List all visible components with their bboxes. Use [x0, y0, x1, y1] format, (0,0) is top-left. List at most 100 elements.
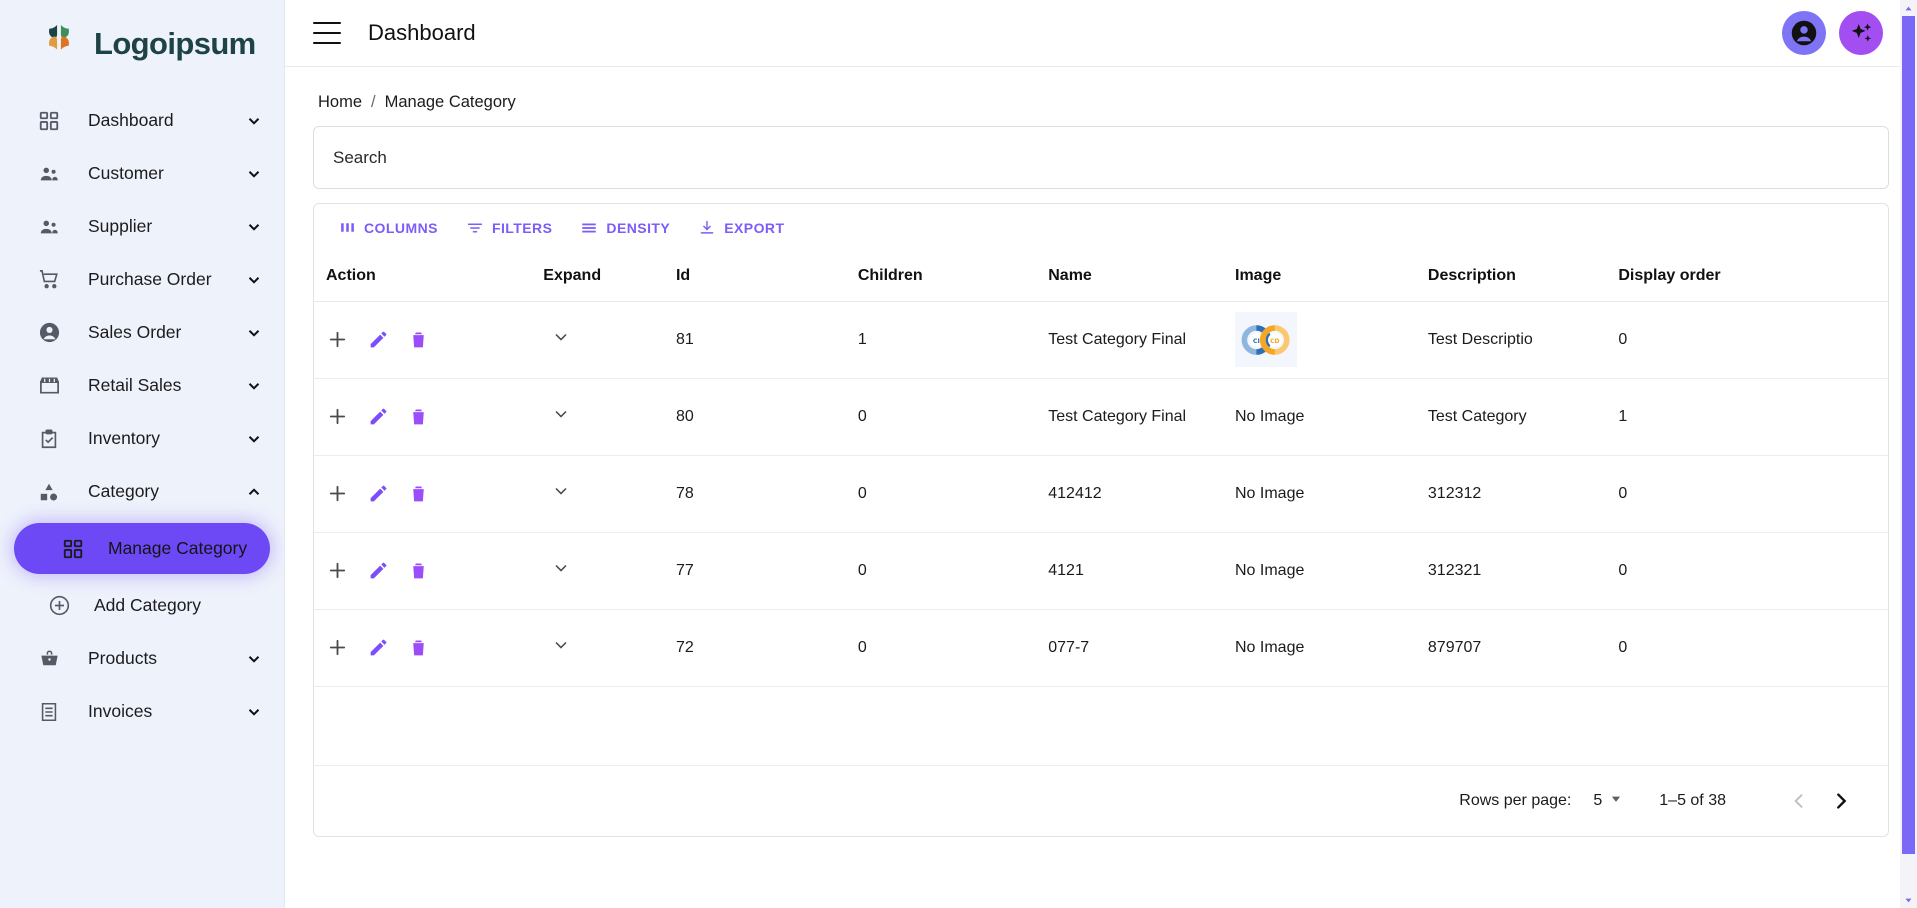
sidebar-item-invoices[interactable]: Invoices	[0, 685, 284, 738]
chevron-down-icon[interactable]	[244, 165, 264, 183]
column-header-image[interactable]: Image	[1233, 251, 1426, 302]
edit-pencil-icon[interactable]	[368, 406, 389, 427]
chevron-down-icon[interactable]	[244, 703, 264, 721]
chevron-down-icon[interactable]	[244, 377, 264, 395]
row-expand-cell	[541, 378, 674, 456]
breadcrumb-home[interactable]: Home	[318, 93, 362, 112]
account-circle-icon[interactable]	[1782, 11, 1826, 55]
scroll-down-icon[interactable]	[1900, 892, 1917, 908]
chevron-down-icon[interactable]	[244, 112, 264, 130]
table-body: 81 1 Test Category Final CI CD Test Desc…	[314, 301, 1888, 687]
table-row[interactable]: 81 1 Test Category Final CI CD Test Desc…	[314, 301, 1888, 379]
chevron-down-icon[interactable]	[543, 327, 571, 347]
edit-pencil-icon[interactable]	[368, 637, 389, 658]
sidebar-item-sales-order[interactable]: Sales Order	[0, 306, 284, 359]
page-title: Dashboard	[368, 20, 476, 45]
column-header-display-order[interactable]: Display order	[1616, 251, 1888, 302]
table-row[interactable]: 80 0 Test Category Final No Image Test C…	[314, 378, 1888, 456]
chevron-down-icon[interactable]	[244, 218, 264, 236]
row-actions-cell	[314, 378, 542, 456]
sidebar-item-add-category[interactable]: Add Category	[0, 579, 284, 632]
sidebar-item-manage-category[interactable]: Manage Category	[14, 523, 270, 574]
download-icon	[698, 219, 716, 237]
basket-icon	[36, 647, 62, 670]
ci-cd-logo-thumbnail: CI CD	[1235, 312, 1297, 367]
chevron-left-icon[interactable]	[1778, 780, 1820, 822]
sidebar-item-label: Manage Category	[108, 538, 248, 558]
chevron-down-icon[interactable]	[244, 324, 264, 342]
plus-icon[interactable]	[326, 636, 349, 659]
row-actions-cell	[314, 609, 542, 687]
chevron-down-icon[interactable]	[543, 404, 571, 424]
grid-scroll-area[interactable]: Action Expand Id Children Name Image Des…	[314, 251, 1888, 765]
cell-description: 312312	[1425, 455, 1617, 533]
column-header-name[interactable]: Name	[1046, 251, 1233, 302]
chevron-down-icon[interactable]	[543, 481, 571, 501]
column-header-children[interactable]: Children	[855, 251, 1047, 302]
edit-pencil-icon[interactable]	[368, 329, 389, 350]
plus-icon[interactable]	[326, 482, 349, 505]
page-scrollbar[interactable]	[1900, 0, 1917, 908]
category-table: Action Expand Id Children Name Image Des…	[314, 251, 1888, 687]
chevron-down-icon[interactable]	[543, 558, 571, 578]
cell-name: 412412	[1046, 455, 1233, 533]
rows-per-page-select[interactable]: 5	[1593, 792, 1623, 811]
hamburger-icon[interactable]	[313, 22, 341, 44]
table-head: Action Expand Id Children Name Image Des…	[314, 251, 1888, 302]
chevron-up-icon[interactable]	[244, 483, 264, 501]
delete-trash-icon[interactable]	[408, 637, 429, 658]
table-row[interactable]: 78 0 412412 No Image 312312 0 20	[314, 455, 1888, 533]
columns-button[interactable]: COLUMNS	[329, 214, 448, 241]
sidebar: Logoipsum Dashboard Customer Supplier Pu…	[0, 0, 285, 908]
delete-trash-icon[interactable]	[408, 406, 429, 427]
plus-icon[interactable]	[326, 405, 349, 428]
density-button[interactable]: DENSITY	[570, 214, 680, 242]
plus-icon[interactable]	[326, 328, 349, 351]
edit-pencil-icon[interactable]	[368, 483, 389, 504]
search-box[interactable]	[313, 126, 1889, 189]
table-row[interactable]: 72 0 077-7 No Image 879707 0 20	[314, 609, 1888, 687]
chevron-down-icon[interactable]	[543, 635, 571, 655]
chevron-down-icon[interactable]	[244, 271, 264, 289]
plus-icon[interactable]	[326, 559, 349, 582]
sidebar-item-retail-sales[interactable]: Retail Sales	[0, 359, 284, 412]
row-actions-cell	[314, 532, 542, 610]
brand-logo[interactable]: Logoipsum	[0, 0, 284, 88]
delete-trash-icon[interactable]	[408, 483, 429, 504]
columns-label: COLUMNS	[364, 219, 438, 236]
edit-pencil-icon[interactable]	[368, 560, 389, 581]
chevron-down-icon[interactable]	[244, 430, 264, 448]
sidebar-item-dashboard[interactable]: Dashboard	[0, 94, 284, 147]
column-header-action[interactable]: Action	[314, 251, 542, 302]
column-header-id[interactable]: Id	[673, 251, 856, 302]
delete-trash-icon[interactable]	[408, 329, 429, 350]
receipt-icon	[36, 701, 62, 723]
row-expand-cell	[541, 455, 674, 533]
sidebar-item-supplier[interactable]: Supplier	[0, 200, 284, 253]
sidebar-item-inventory[interactable]: Inventory	[0, 412, 284, 465]
column-header-description[interactable]: Description	[1425, 251, 1617, 302]
brand-name: Logoipsum	[94, 26, 256, 61]
table-row[interactable]: 77 0 4121 No Image 312321 0 20	[314, 532, 1888, 610]
cell-image: CI CD	[1233, 301, 1426, 379]
cell-display-order: 0	[1616, 301, 1888, 379]
filters-button[interactable]: FILTERS	[456, 214, 562, 242]
filters-label: FILTERS	[491, 219, 553, 236]
chevron-down-icon[interactable]	[244, 650, 264, 668]
scroll-up-icon[interactable]	[1900, 0, 1917, 16]
delete-trash-icon[interactable]	[408, 560, 429, 581]
sidebar-item-purchase-order[interactable]: Purchase Order	[0, 253, 284, 306]
sidebar-item-products[interactable]: Products	[0, 632, 284, 685]
chevron-right-icon[interactable]	[1820, 780, 1862, 822]
cell-description: 312321	[1425, 532, 1617, 610]
sidebar-item-customer[interactable]: Customer	[0, 147, 284, 200]
cell-name: Test Category Final	[1046, 378, 1233, 456]
sparkles-icon[interactable]	[1839, 11, 1883, 55]
sidebar-item-category[interactable]: Category	[0, 465, 284, 518]
chevron-down-icon	[1609, 792, 1623, 811]
search-input[interactable]	[333, 147, 1869, 168]
column-header-expand[interactable]: Expand	[541, 251, 674, 302]
cell-description: 879707	[1425, 609, 1617, 687]
scrollbar-thumb[interactable]	[1902, 16, 1915, 854]
export-button[interactable]: EXPORT	[688, 214, 794, 242]
